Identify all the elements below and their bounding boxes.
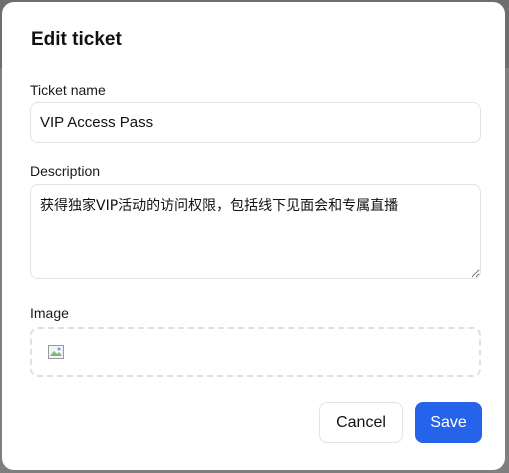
description-textarea[interactable] — [30, 184, 481, 279]
edit-ticket-dialog: Edit ticket Ticket name Description Imag… — [2, 2, 505, 470]
dialog-title: Edit ticket — [31, 29, 122, 50]
ticket-name-input[interactable] — [30, 102, 481, 143]
ticket-name-label: Ticket name — [30, 82, 106, 98]
image-upload-area[interactable] — [30, 327, 481, 377]
broken-image-icon — [48, 345, 64, 359]
description-label: Description — [30, 163, 101, 179]
image-label: Image — [30, 305, 69, 321]
save-button[interactable]: Save — [415, 402, 482, 443]
cancel-button[interactable]: Cancel — [319, 402, 403, 443]
